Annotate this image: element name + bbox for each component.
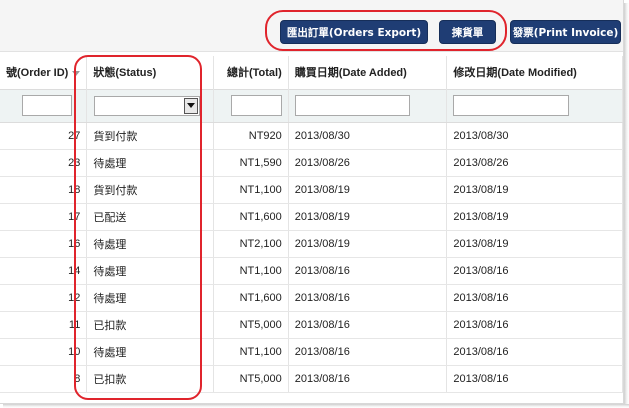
total-cell: NT2,100: [213, 230, 289, 258]
orders-table: 號(Order ID) 狀態(Status) 總計(Total) 購買日期(Da…: [0, 56, 623, 393]
total-cell: NT1,600: [213, 284, 289, 312]
date-added-cell: 2013/08/16: [288, 284, 448, 312]
dropdown-arrow-icon[interactable]: [184, 97, 199, 114]
date-modified-cell: 2013/08/16: [446, 365, 623, 393]
total-cell: NT920: [213, 122, 289, 150]
filter-cell-date-added: [288, 88, 448, 123]
date-modified-cell: 2013/08/30: [446, 122, 623, 150]
status-cell: 貨到付款: [86, 122, 214, 150]
date-added-filter-input[interactable]: [294, 95, 410, 116]
date-modified-filter-input[interactable]: [453, 95, 570, 116]
table-row[interactable]: 14 待處理 NT1,100 2013/08/16 2013/08/16: [0, 257, 623, 285]
table-row[interactable]: 10 待處理 NT1,100 2013/08/16 2013/08/16: [0, 338, 623, 366]
order-id-cell: 17: [0, 203, 88, 231]
date-modified-cell: 2013/08/16: [446, 311, 623, 339]
order-id-cell: 18: [0, 176, 88, 204]
orders-table-body: 27 貨到付款 NT920 2013/08/30 2013/08/30 23 待處理 NT1,…: [0, 122, 623, 393]
date-modified-cell: 2013/08/19: [446, 203, 623, 231]
order-id-cell: 14: [0, 257, 88, 285]
date-modified-cell: 2013/08/19: [446, 176, 623, 204]
date-added-cell: 2013/08/19: [288, 203, 448, 231]
status-cell: 待處理: [86, 149, 214, 177]
total-cell: NT1,600: [213, 203, 289, 231]
filter-cell-total: [213, 88, 289, 123]
order-id-cell: 12: [0, 284, 88, 312]
status-filter-select[interactable]: [94, 95, 201, 116]
table-row[interactable]: 16 待處理 NT2,100 2013/08/19 2013/08/19: [0, 230, 623, 258]
table-row[interactable]: 12 待處理 NT1,600 2013/08/16 2013/08/16: [0, 284, 623, 312]
status-cell: 待處理: [86, 284, 214, 312]
date-added-cell: 2013/08/16: [288, 311, 448, 339]
sort-desc-icon[interactable]: [72, 70, 81, 76]
column-header-total[interactable]: 總計(Total): [213, 56, 289, 89]
drop-shadow-bottom: [3, 404, 629, 408]
drop-shadow-right: [624, 3, 629, 406]
date-modified-cell: 2013/08/16: [446, 257, 623, 285]
column-header-status[interactable]: 狀態(Status): [86, 56, 214, 89]
table-row[interactable]: 17 已配送 NT1,600 2013/08/19 2013/08/19: [0, 203, 623, 231]
total-cell: NT1,100: [213, 338, 289, 366]
order-id-filter-input[interactable]: [22, 95, 72, 116]
orders-export-button[interactable]: 匯出訂單(Orders Export): [280, 20, 428, 44]
date-modified-cell: 2013/08/26: [446, 149, 623, 177]
filter-cell-status: [86, 88, 214, 123]
filter-row: [0, 88, 623, 123]
table-row[interactable]: 27 貨到付款 NT920 2013/08/30 2013/08/30: [0, 122, 623, 150]
table-row[interactable]: 8 已扣款 NT5,000 2013/08/16 2013/08/16: [0, 365, 623, 393]
table-header-row: 號(Order ID) 狀態(Status) 總計(Total) 購買日期(Da…: [0, 56, 623, 89]
order-id-cell: 16: [0, 230, 88, 258]
date-added-cell: 2013/08/16: [288, 257, 448, 285]
date-modified-cell: 2013/08/16: [446, 284, 623, 312]
table-row[interactable]: 23 待處理 NT1,590 2013/08/26 2013/08/26: [0, 149, 623, 177]
order-id-cell: 11: [0, 311, 88, 339]
column-header-date-added[interactable]: 購買日期(Date Added): [288, 56, 448, 89]
order-id-cell: 8: [0, 365, 88, 393]
date-added-cell: 2013/08/19: [288, 176, 448, 204]
table-row[interactable]: 11 已扣款 NT5,000 2013/08/16 2013/08/16: [0, 311, 623, 339]
total-cell: NT5,000: [213, 365, 289, 393]
table-row[interactable]: 18 貨到付款 NT1,100 2013/08/19 2013/08/19: [0, 176, 623, 204]
status-cell: 貨到付款: [86, 176, 214, 204]
date-modified-cell: 2013/08/19: [446, 230, 623, 258]
order-id-cell: 23: [0, 149, 88, 177]
filter-cell-date-modified: [446, 88, 623, 123]
status-cell: 已配送: [86, 203, 214, 231]
total-cell: NT1,590: [213, 149, 289, 177]
order-id-cell: 27: [0, 122, 88, 150]
toolbar: 匯出訂單(Orders Export) 揀貨單 發票(Print Invoice…: [0, 0, 623, 52]
total-cell: NT5,000: [213, 311, 289, 339]
order-id-cell: 10: [0, 338, 88, 366]
status-cell: 已扣款: [86, 365, 214, 393]
column-header-date-modified[interactable]: 修改日期(Date Modified): [446, 56, 623, 89]
date-modified-cell: 2013/08/16: [446, 338, 623, 366]
orders-panel: 匯出訂單(Orders Export) 揀貨單 發票(Print Invoice…: [0, 0, 624, 404]
date-added-cell: 2013/08/16: [288, 365, 448, 393]
status-cell: 待處理: [86, 338, 214, 366]
date-added-cell: 2013/08/30: [288, 122, 448, 150]
status-cell: 待處理: [86, 230, 214, 258]
date-added-cell: 2013/08/26: [288, 149, 448, 177]
date-added-cell: 2013/08/16: [288, 338, 448, 366]
status-cell: 已扣款: [86, 311, 214, 339]
total-filter-input[interactable]: [230, 95, 282, 116]
total-cell: NT1,100: [213, 257, 289, 285]
pick-list-button[interactable]: 揀貨單: [439, 20, 496, 44]
date-added-cell: 2013/08/19: [288, 230, 448, 258]
total-cell: NT1,100: [213, 176, 289, 204]
status-cell: 待處理: [86, 257, 214, 285]
filter-cell-order-id: [0, 88, 88, 123]
column-header-order-id-label: 號(Order ID): [6, 67, 69, 80]
column-header-order-id[interactable]: 號(Order ID): [0, 56, 88, 89]
print-invoice-button[interactable]: 發票(Print Invoice): [510, 20, 621, 44]
